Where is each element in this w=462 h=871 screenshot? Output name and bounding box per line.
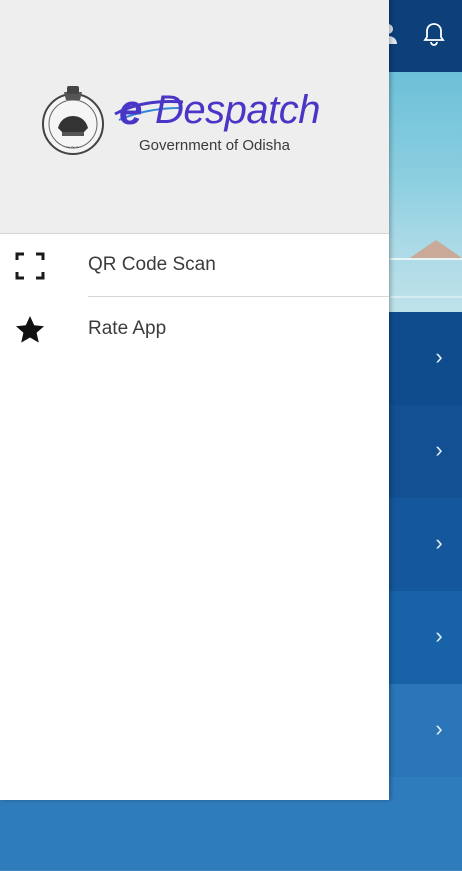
qr-scan-icon	[14, 250, 46, 282]
chevron-right-icon: ›	[435, 437, 443, 462]
menu-item-qr-code-scan[interactable]: QR Code Scan	[0, 233, 389, 296]
logo-subtitle: Government of Odisha	[139, 137, 290, 154]
chevron-right-icon: ›	[435, 716, 443, 741]
star-icon	[14, 314, 46, 346]
chevron-right-icon: ›	[435, 344, 443, 369]
menu-item-label: Rate App	[88, 318, 167, 339]
logo-brand-e: e	[119, 86, 143, 133]
menu-item-rate-app[interactable]: Rate App	[0, 297, 389, 360]
logo-brand-text: Despatch	[155, 88, 320, 132]
navigation-drawer: ~~~ e Despatch Government of Odisha QR C…	[0, 0, 389, 800]
bell-icon[interactable]	[420, 20, 448, 48]
drawer-header: ~~~ e Despatch Government of Odisha	[0, 0, 389, 234]
svg-text:~~~: ~~~	[65, 144, 80, 151]
odisha-emblem-icon: ~~~	[40, 84, 106, 156]
chevron-right-icon: ›	[435, 623, 443, 648]
edespatch-logo: e Despatch	[114, 86, 349, 133]
chevron-right-icon: ›	[435, 530, 443, 555]
menu-item-label: QR Code Scan	[88, 254, 216, 275]
